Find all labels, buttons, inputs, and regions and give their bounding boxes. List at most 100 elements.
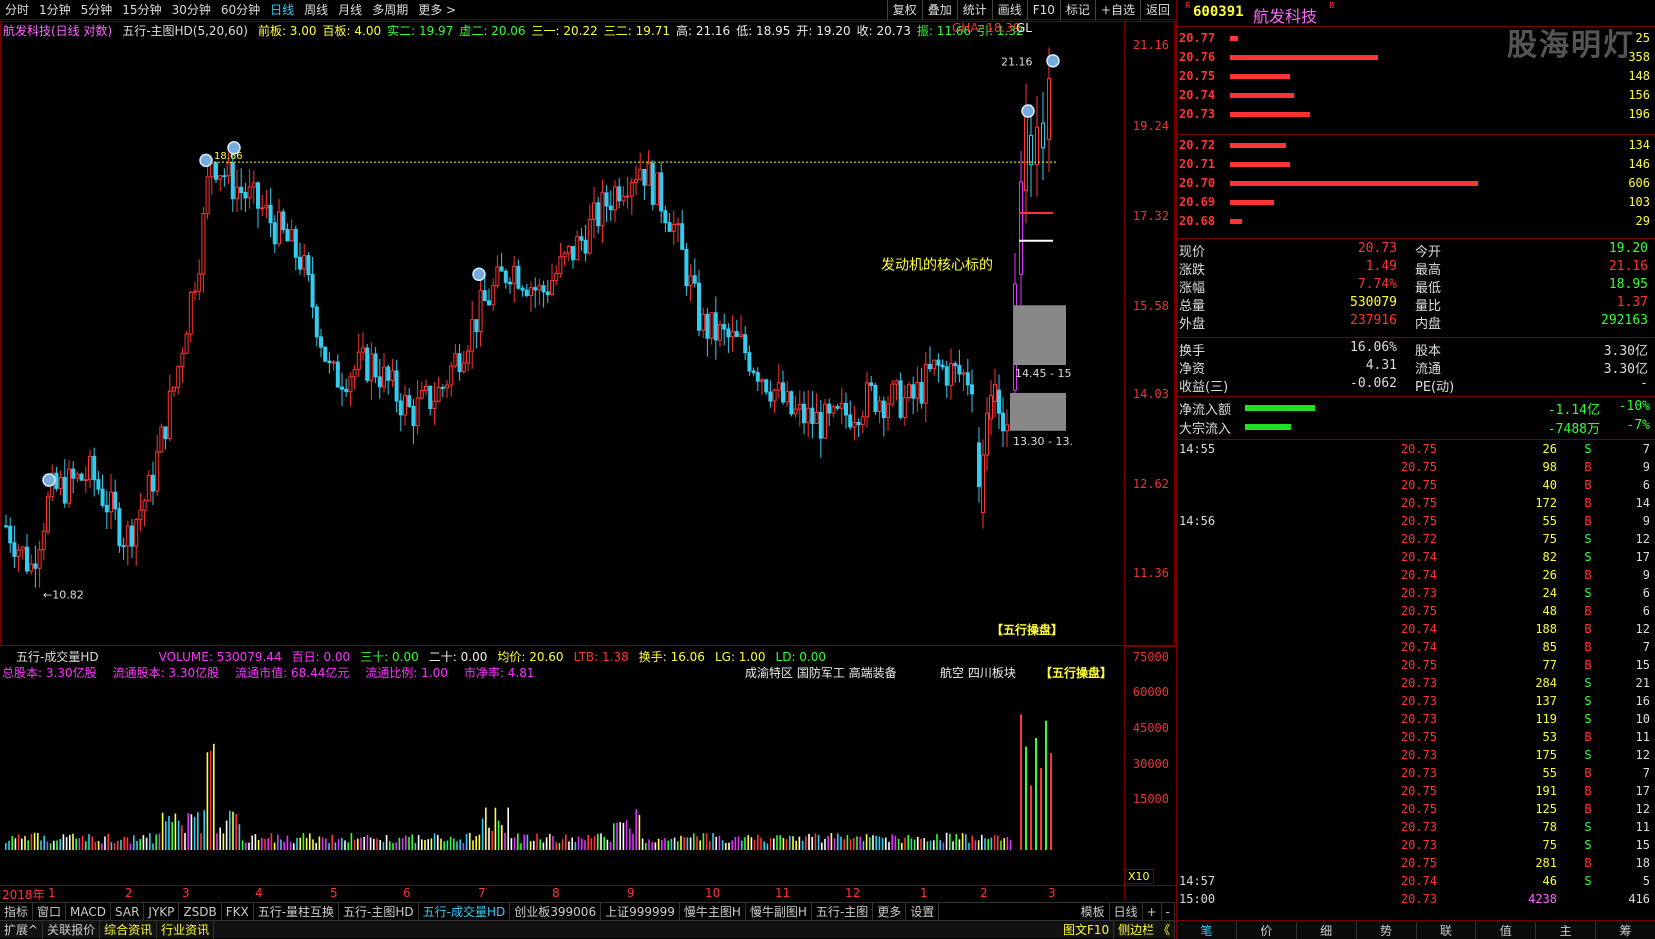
status-tab-2[interactable]: 综合资讯	[100, 920, 158, 939]
toolbar-button-4[interactable]: F10	[1026, 0, 1060, 20]
indicator-tab-1[interactable]: 窗口	[33, 902, 67, 921]
vol-bar	[1030, 785, 1032, 850]
quote-value: 18.95	[1608, 277, 1648, 292]
detail-tab-4[interactable]: 联	[1417, 921, 1477, 939]
period-7[interactable]: 周线	[299, 0, 333, 20]
status-tab-3[interactable]: 行业资讯	[157, 920, 215, 939]
vol-bar	[91, 836, 93, 850]
vol-bar	[261, 837, 263, 850]
candle	[1029, 104, 1033, 198]
indicator-tab-2[interactable]: MACD	[66, 902, 112, 921]
status-right-0[interactable]: 图文F10	[1059, 920, 1115, 939]
indicator-tab-14[interactable]: 五行-主图	[812, 902, 874, 921]
candle	[894, 379, 899, 401]
toolbar-button-5[interactable]: 标记	[1059, 0, 1095, 20]
vol-bar	[1020, 714, 1022, 850]
candle	[184, 330, 189, 354]
info-item-7: 低: 18.95	[736, 23, 791, 38]
asks-row: 20.74 156	[1177, 88, 1655, 107]
period-9[interactable]: 多周期	[367, 0, 413, 20]
volume-chart[interactable]	[0, 682, 1124, 850]
period-10[interactable]: 更多 >	[413, 0, 461, 20]
period-8[interactable]: 月线	[333, 0, 367, 20]
indicator-tab-9[interactable]: 五行-成交量HD	[419, 902, 511, 921]
detail-tab-3[interactable]: 势	[1357, 921, 1417, 939]
status-right-1[interactable]: 侧边栏 《	[1114, 920, 1175, 939]
toolbar-button-3[interactable]: 画线	[991, 0, 1027, 20]
tick-volume: 55	[1542, 766, 1557, 780]
vol-bar	[21, 838, 23, 850]
vol-bar	[337, 839, 340, 850]
bottom-right-2[interactable]: +	[1143, 902, 1162, 921]
toolbar-button-6[interactable]: +自选	[1094, 0, 1140, 20]
kline-chart[interactable]: 18.6621.16←10.82发动机的核心标的14.45 - 1513.30 …	[1, 38, 1125, 638]
bottom-right-0[interactable]: 模板	[1077, 902, 1110, 921]
candle	[600, 179, 605, 244]
detail-tab-1[interactable]: 价	[1237, 921, 1297, 939]
vol-bar	[625, 820, 628, 850]
candle	[386, 364, 391, 395]
detail-tab-6[interactable]: 主	[1536, 921, 1597, 939]
indicator-tab-6[interactable]: FKX	[222, 902, 254, 921]
indicator-tab-12[interactable]: 慢牛主图H	[680, 902, 746, 921]
indicator-tab-15[interactable]: 更多	[873, 902, 907, 921]
period-4[interactable]: 30分钟	[167, 0, 216, 20]
indicator-tab-4[interactable]: JYKP	[144, 902, 180, 921]
vol-bar	[574, 842, 577, 850]
candle	[852, 406, 857, 441]
indicator-tab-11[interactable]: 上证999999	[601, 902, 680, 921]
candle	[524, 283, 529, 298]
vol-bar	[440, 838, 442, 850]
candle	[20, 545, 25, 560]
toolbar-button-1[interactable]: 叠加	[921, 0, 957, 20]
period-3[interactable]: 15分钟	[117, 0, 166, 20]
candle	[785, 381, 790, 407]
candle	[335, 354, 340, 388]
indicator-tab-7[interactable]: 五行-量柱互换	[254, 902, 340, 921]
detail-tab-5[interactable]: 值	[1476, 921, 1537, 939]
toolbar-button-2[interactable]: 统计	[956, 0, 992, 20]
quote-value: 3.30亿	[1603, 362, 1648, 377]
asks-qty: 358	[1628, 50, 1650, 64]
candle	[965, 358, 970, 396]
period-2[interactable]: 5分钟	[76, 0, 118, 20]
zone-box-2	[1010, 392, 1066, 431]
vol-bar	[273, 842, 276, 850]
detail-tab-7[interactable]: 筹	[1596, 922, 1655, 939]
vol-bar	[769, 838, 772, 850]
candle	[201, 206, 206, 293]
candle	[29, 554, 34, 575]
indicator-tab-0[interactable]: 指标	[0, 902, 34, 921]
indicator-tab-13[interactable]: 慢牛副图H	[746, 902, 812, 921]
vol-bar	[504, 832, 506, 850]
status-tab-0[interactable]: 扩展^	[0, 920, 44, 939]
indicator-tab-10[interactable]: 创业板399006	[510, 902, 602, 921]
bottom-right-3[interactable]: -	[1162, 902, 1175, 921]
vol-line2-1: 流通股本: 3.30亿股	[112, 666, 220, 680]
trading-window: 分时 1分钟 5分钟 15分钟 30分钟 60分钟 日线 周线 月线 多周期 更多 > 复权 叠加 统计画…	[0, 0, 1655, 939]
period-1[interactable]: 1分钟	[34, 0, 76, 20]
tick-price: 20.75	[1400, 784, 1437, 798]
vol-bar	[597, 833, 599, 850]
period-6[interactable]: 日线	[265, 0, 299, 20]
toolbar-button-0[interactable]: 复权	[886, 0, 922, 20]
kline-chart-panel[interactable]: 航发科技(日线 对数) 五行-主图HD(5,20,60) 前板: 3.00 百板: 4…	[0, 21, 1175, 646]
toolbar-button-7[interactable]: 返回	[1139, 0, 1175, 20]
detail-tab-2[interactable]: 细	[1297, 921, 1357, 939]
indicator-tab-16[interactable]: 设置	[906, 902, 940, 921]
indicator-tab-8[interactable]: 五行-主图HD	[339, 902, 419, 921]
volume-panel[interactable]: 总股本: 3.30亿股 流通股本: 3.30亿股 流通市值: 68.44亿元 流通比例…	[0, 664, 1175, 888]
detail-tab-0[interactable]: 笔	[1177, 921, 1237, 939]
quote-row: 净资 4.31 流通 3.30亿	[1177, 358, 1655, 377]
tick-row: 20.75 40 B 6	[1177, 478, 1655, 496]
asks-qty: 156	[1628, 88, 1650, 102]
bottom-right-1[interactable]: 日线	[1110, 902, 1143, 921]
indicator-tab-3[interactable]: SAR	[111, 902, 145, 921]
indicator-tab-5[interactable]: ZSDB	[179, 902, 222, 921]
status-tab-1[interactable]: 关联报价	[43, 920, 101, 939]
period-5[interactable]: 60分钟	[216, 0, 265, 20]
tick-count: 7	[1642, 766, 1650, 780]
vol-bar	[161, 812, 164, 850]
info-item-3: 虚二: 20.06	[459, 23, 526, 38]
period-0[interactable]: 分时	[0, 0, 34, 20]
